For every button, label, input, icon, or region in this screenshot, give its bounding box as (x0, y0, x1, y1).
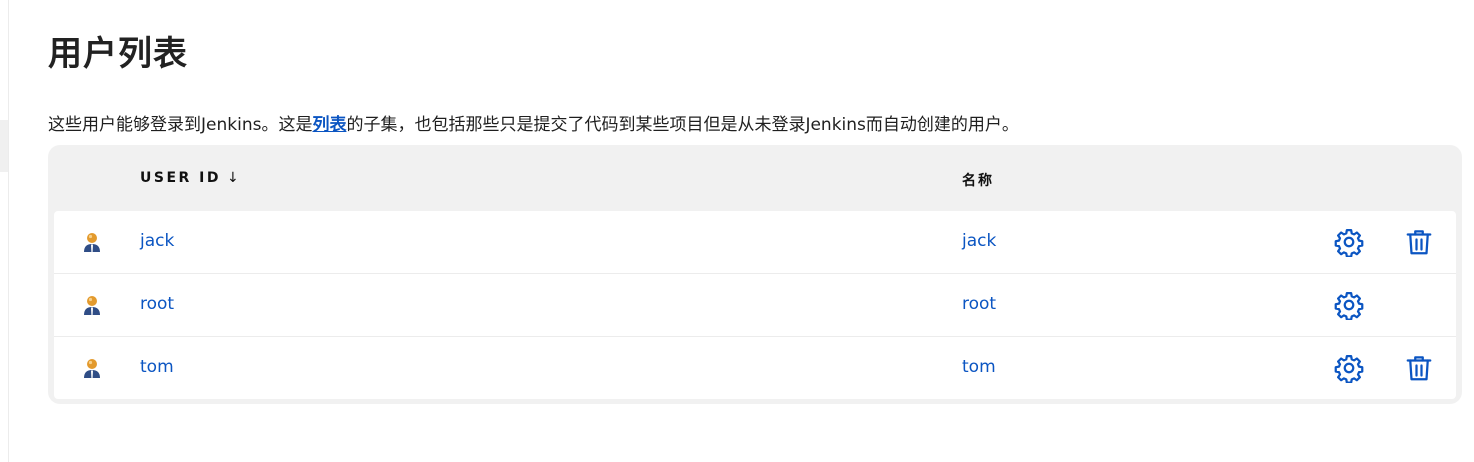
table-row: tom tom (54, 337, 1456, 399)
table-row: jack jack (54, 211, 1456, 274)
sort-down-icon: ↓ (227, 170, 239, 186)
description-text-after: 的子集，也包括那些只是提交了代码到某些项目但是从未登录Jenkins而自动创建的… (346, 115, 1019, 135)
column-header-name[interactable]: 名称 (962, 170, 994, 190)
column-header-user-id[interactable]: USER ID ↓ (140, 170, 239, 186)
user-id-link[interactable]: root (140, 294, 174, 314)
gear-icon[interactable] (1334, 290, 1364, 320)
side-panel-edge (0, 0, 9, 462)
user-id-link[interactable]: tom (140, 357, 174, 377)
trash-icon[interactable] (1404, 353, 1434, 383)
page-title: 用户列表 (48, 34, 188, 74)
people-list-link[interactable]: 列表 (312, 115, 346, 135)
user-name-link[interactable]: jack (962, 231, 996, 251)
side-panel-tab[interactable] (0, 120, 8, 172)
user-avatar-icon (84, 359, 100, 378)
user-avatar-icon (84, 233, 100, 252)
user-id-link[interactable]: jack (140, 231, 174, 251)
user-name-link[interactable]: tom (962, 357, 996, 377)
user-id-header-label: USER ID (140, 170, 221, 186)
user-name-link[interactable]: root (962, 294, 996, 314)
table-body: jack jack root root tom tom (54, 211, 1456, 399)
table-header: USER ID ↓ 名称 (48, 145, 1462, 211)
trash-icon[interactable] (1404, 227, 1434, 257)
gear-icon[interactable] (1334, 227, 1364, 257)
table-row: root root (54, 274, 1456, 337)
gear-icon[interactable] (1334, 353, 1364, 383)
users-table: USER ID ↓ 名称 jack jack root root tom tom (48, 145, 1462, 404)
page-description: 这些用户能够登录到Jenkins。这是列表的子集，也包括那些只是提交了代码到某些… (48, 110, 1019, 135)
description-text-before: 这些用户能够登录到Jenkins。这是 (48, 115, 313, 135)
user-avatar-icon (84, 296, 100, 315)
